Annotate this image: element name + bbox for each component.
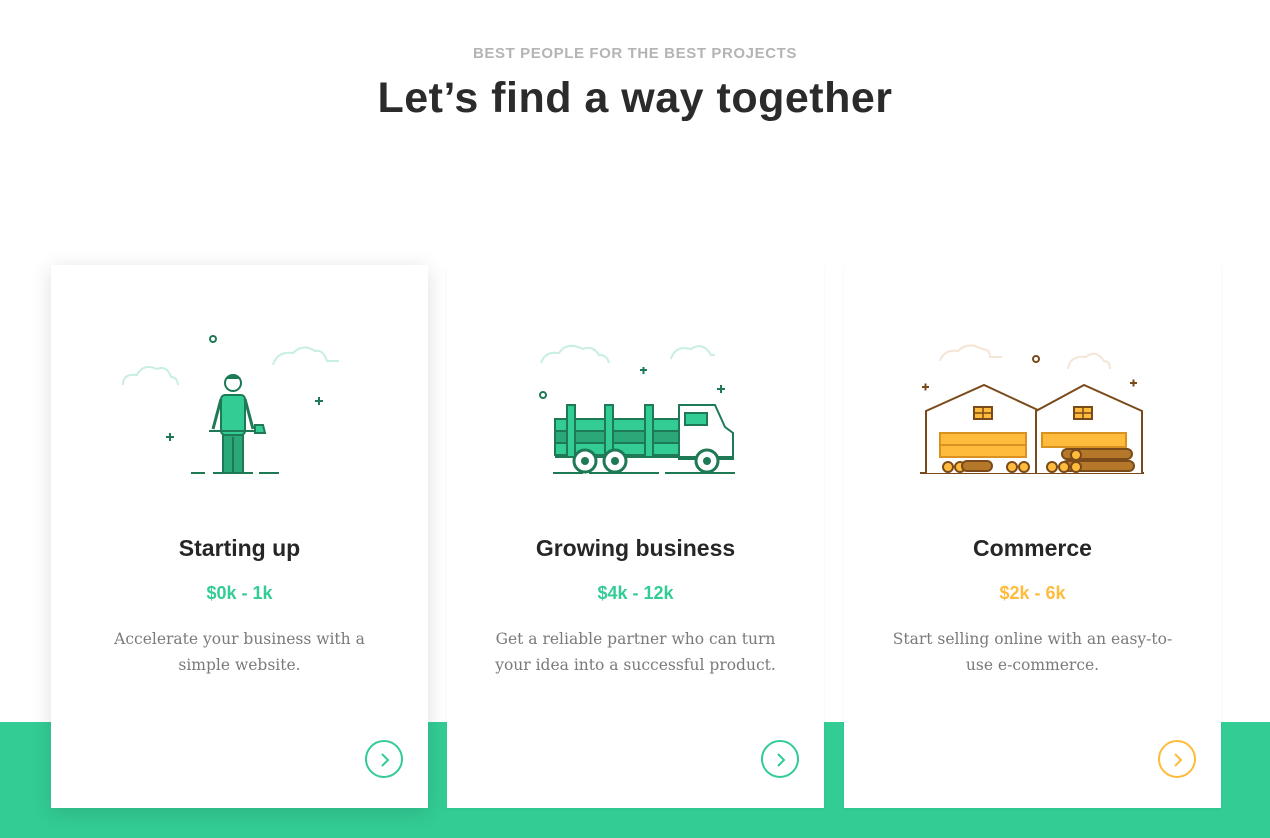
card-growing-business[interactable]: Growing business $4k - 12k Get a reliabl…: [447, 265, 824, 808]
next-button[interactable]: [365, 740, 403, 778]
next-button[interactable]: [761, 740, 799, 778]
section-headline: Let’s find a way together: [377, 74, 893, 122]
man-with-axe-illustration: [122, 335, 339, 474]
lumber-warehouses-illustration: [920, 344, 1144, 474]
chevron-right-icon: [381, 753, 390, 767]
section-eyebrow: BEST PEOPLE FOR THE BEST PROJECTS: [472, 45, 797, 62]
card-description: Start selling online with an easy-to-use…: [892, 630, 1173, 674]
chevron-right-icon: [1174, 753, 1183, 767]
card-price: $2k - 6k: [999, 583, 1066, 603]
card-title: Commerce: [973, 535, 1092, 561]
next-button[interactable]: [1158, 740, 1196, 778]
logging-truck-illustration: [539, 344, 735, 474]
card-starting-up[interactable]: Starting up $0k - 1k Accelerate your bus…: [51, 265, 428, 808]
card-price: $0k - 1k: [206, 583, 273, 603]
chevron-right-icon: [777, 753, 786, 767]
card-title: Starting up: [178, 535, 301, 561]
card-description: Accelerate your business with a simple w…: [114, 630, 365, 674]
card-description: Get a reliable partner who can turn your…: [495, 630, 776, 674]
card-price: $4k - 12k: [597, 583, 674, 603]
card-commerce[interactable]: Commerce $2k - 6k Start selling online w…: [844, 265, 1221, 808]
card-title: Growing business: [535, 535, 736, 561]
